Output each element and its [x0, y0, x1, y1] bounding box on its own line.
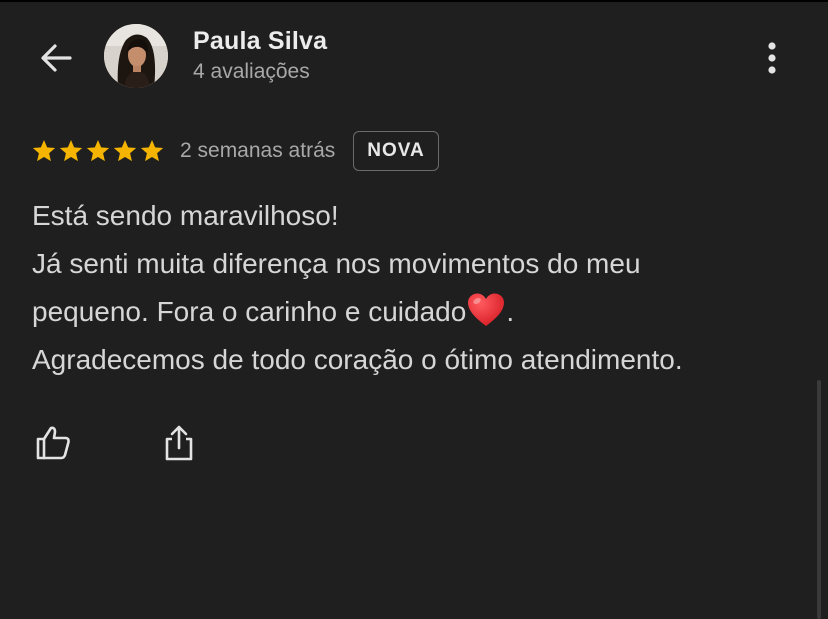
thumb-up-icon [36, 426, 70, 460]
back-button[interactable] [30, 32, 82, 84]
star-icon [113, 139, 137, 162]
review-line: pequeno. Fora o carinho e cuidado. [32, 288, 812, 336]
avatar[interactable] [104, 24, 168, 88]
scrollbar[interactable] [817, 380, 821, 619]
more-options-button[interactable] [748, 34, 796, 82]
review-line: Está sendo maravilhoso! [32, 200, 339, 231]
author-review-count: 4 avaliações [193, 60, 310, 83]
share-button[interactable] [156, 420, 202, 466]
star-icon [59, 139, 83, 162]
rating-row: 2 semanas atrás NOVA [31, 129, 439, 173]
author-name[interactable]: Paula Silva [193, 27, 327, 56]
review-date: 2 semanas atrás [180, 139, 336, 162]
star-icon [32, 139, 56, 162]
star-icon [140, 139, 164, 162]
star-icon [86, 139, 110, 162]
new-badge: NOVA [353, 131, 439, 171]
review-line-text: pequeno. Fora o carinho e cuidado [32, 296, 467, 327]
review-text: Está sendo maravilhoso! Já senti muita d… [32, 192, 812, 384]
more-vert-icon [768, 42, 776, 74]
like-button[interactable] [30, 420, 76, 466]
arrow-left-icon [41, 44, 72, 72]
review-line-text: . [506, 296, 515, 327]
review-line: Já senti muita diferença nos movimentos … [32, 248, 641, 279]
top-edge [0, 0, 828, 2]
review-line: Agradecemos de todo coração o ótimo aten… [32, 344, 683, 375]
profile-photo [104, 24, 168, 88]
share-icon [165, 425, 193, 461]
star-rating [31, 138, 165, 164]
red-heart-emoji [468, 293, 505, 326]
